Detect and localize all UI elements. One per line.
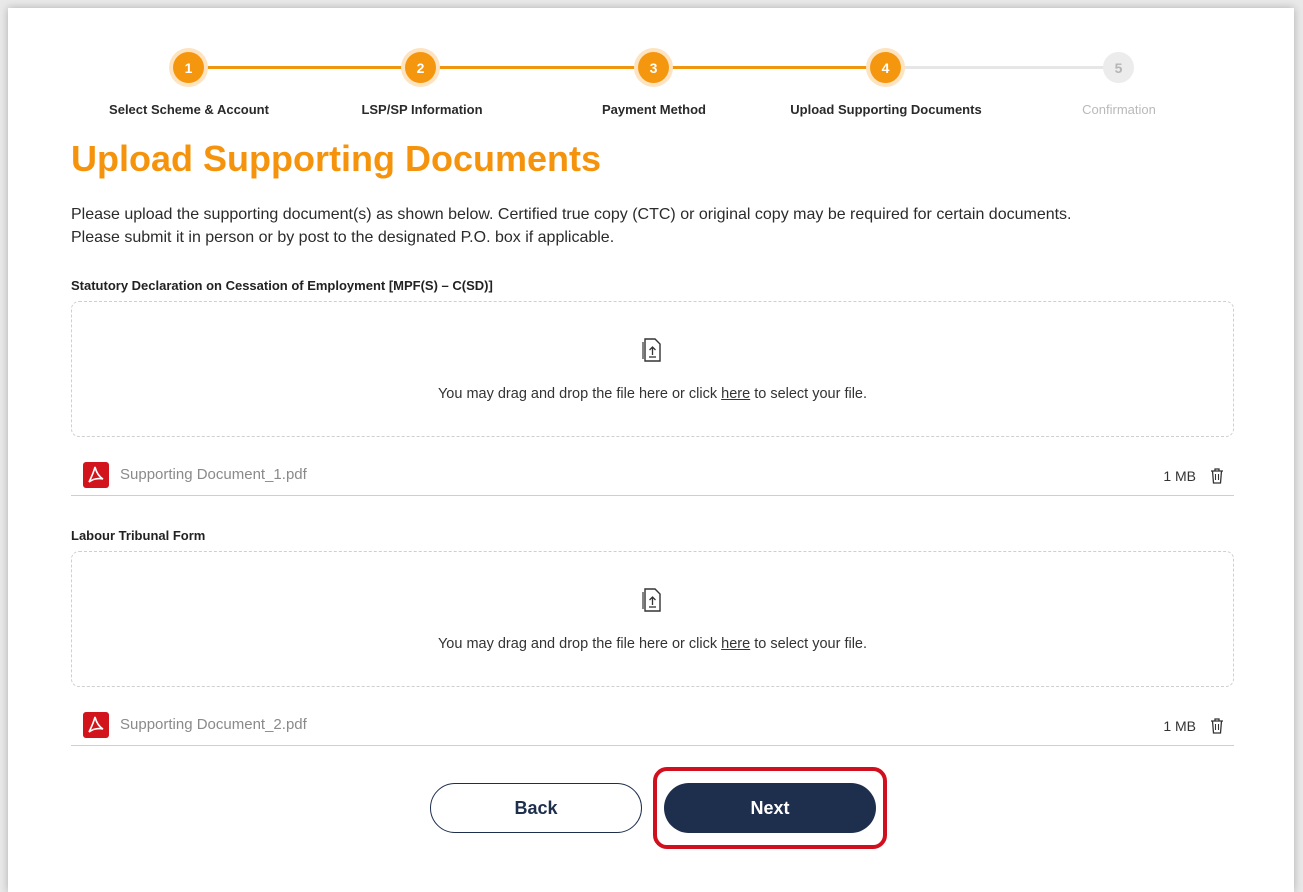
step-connector: [421, 66, 654, 69]
step-3-circle: 3: [638, 52, 669, 83]
upload-file-icon: [642, 588, 661, 612]
step-2-circle: 2: [405, 52, 436, 83]
uploaded-file-row: Supporting Document_2.pdf 1 MB: [71, 706, 1234, 746]
drop-text-after: to select your file.: [750, 636, 868, 652]
step-4-circle: 4: [870, 52, 901, 83]
progress-stepper: 1 2 3 4 5 Select Scheme & Account LSP/SP…: [8, 44, 1294, 124]
upload-2-label: Labour Tribunal Form: [71, 528, 206, 543]
step-4-label: Upload Supporting Documents: [790, 102, 982, 117]
upload-1-label: Statutory Declaration on Cessation of Em…: [71, 278, 493, 293]
step-5-circle: 5: [1103, 52, 1134, 83]
step-connector: [886, 66, 1119, 69]
intro-line-1: Please upload the supporting document(s)…: [71, 206, 1072, 223]
back-button[interactable]: Back: [430, 783, 642, 833]
page-title: Upload Supporting Documents: [71, 138, 601, 179]
upload-2-instructions: You may drag and drop the file here or c…: [72, 636, 1233, 652]
uploaded-file-row: Supporting Document_1.pdf 1 MB: [71, 456, 1234, 496]
upload-1-instructions: You may drag and drop the file here or c…: [72, 386, 1233, 402]
file-name: Supporting Document_2.pdf: [120, 716, 307, 733]
upload-1-dropzone[interactable]: You may drag and drop the file here or c…: [71, 301, 1234, 437]
upload-2-dropzone[interactable]: You may drag and drop the file here or c…: [71, 551, 1234, 687]
select-file-link[interactable]: here: [721, 636, 750, 652]
file-name: Supporting Document_1.pdf: [120, 466, 307, 483]
step-2-label: LSP/SP Information: [361, 102, 483, 117]
upload-file-icon: [642, 338, 661, 362]
intro-line-2: Please submit it in person or by post to…: [71, 229, 615, 246]
drop-text-before: You may drag and drop the file here or c…: [437, 386, 722, 402]
step-1-circle: 1: [173, 52, 204, 83]
pdf-icon: [83, 712, 109, 738]
trash-icon[interactable]: [1210, 468, 1224, 484]
step-connector: [654, 66, 886, 69]
drop-text-before: You may drag and drop the file here or c…: [437, 636, 722, 652]
intro-text: Please upload the supporting document(s)…: [71, 203, 1251, 249]
step-connector: [188, 66, 421, 69]
step-3-label: Payment Method: [601, 102, 706, 117]
file-size: 1 MB: [1163, 718, 1196, 734]
pdf-icon: [83, 462, 109, 488]
file-size: 1 MB: [1163, 468, 1196, 484]
drop-text-after: to select your file.: [750, 386, 868, 402]
step-1-label: Select Scheme & Account: [109, 102, 269, 117]
next-button[interactable]: Next: [664, 783, 876, 833]
trash-icon[interactable]: [1210, 718, 1224, 734]
page-frame: 1 2 3 4 5 Select Scheme & Account LSP/SP…: [8, 8, 1294, 892]
select-file-link[interactable]: here: [721, 386, 750, 402]
step-5-label: Confirmation: [1082, 102, 1156, 117]
